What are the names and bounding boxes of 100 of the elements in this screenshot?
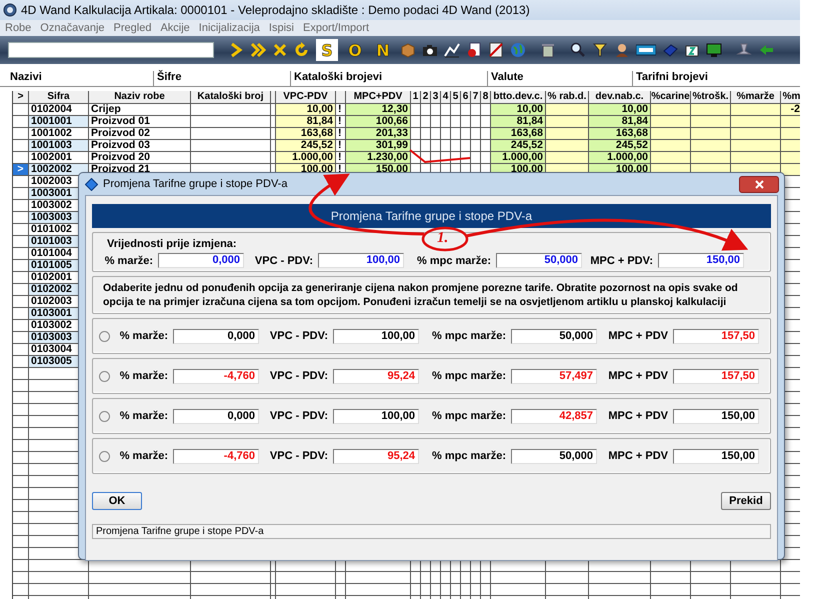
column-header[interactable]: %carine	[651, 91, 691, 104]
column-header[interactable]: btto.dev.c.	[491, 91, 546, 104]
menu-item[interactable]: Export/Import	[302, 22, 370, 34]
tab[interactable]: Šifre	[153, 71, 290, 86]
column-header[interactable]: dev.nab.c.	[589, 91, 651, 104]
column-header[interactable]: Naziv robe	[89, 91, 191, 104]
value-field[interactable]: 95,24	[333, 368, 419, 384]
row-selector[interactable]: >	[13, 164, 29, 176]
column-header[interactable]: 6	[461, 91, 471, 104]
column-header[interactable]: 5	[451, 91, 461, 104]
row-selector[interactable]	[13, 200, 29, 212]
chart-icon[interactable]	[444, 42, 460, 58]
value-field[interactable]: 0,000	[173, 328, 259, 344]
row-selector[interactable]	[13, 188, 29, 200]
row-selector[interactable]	[13, 212, 29, 224]
column-header[interactable]: 3	[431, 91, 441, 104]
search-icon[interactable]	[570, 42, 586, 58]
globe-icon[interactable]	[510, 42, 526, 58]
camera-icon[interactable]	[422, 42, 438, 58]
tab[interactable]: Kataloški brojevi	[290, 71, 487, 86]
ok-button[interactable]: OK	[92, 492, 142, 510]
column-header[interactable]: >	[13, 91, 29, 104]
value-field[interactable]: 157,50	[673, 328, 759, 344]
column-header[interactable]: 2	[421, 91, 431, 104]
row-selector[interactable]	[13, 116, 29, 128]
x-icon[interactable]	[272, 42, 288, 58]
row-selector[interactable]	[13, 104, 29, 116]
menu-item[interactable]: Akcije	[160, 22, 190, 34]
tab[interactable]: Tarifni brojevi	[632, 71, 799, 86]
column-header[interactable]: MPC+PDV	[346, 91, 411, 104]
value-field[interactable]: 95,24	[333, 448, 419, 464]
row-selector[interactable]	[13, 320, 29, 332]
chevron-right-icon[interactable]	[228, 42, 244, 58]
value-field[interactable]: 100,00	[333, 328, 419, 344]
tab[interactable]: Valute	[487, 71, 632, 86]
menu-item[interactable]: Robe	[5, 22, 32, 34]
row-selector[interactable]	[13, 356, 29, 368]
column-header[interactable]: 4	[441, 91, 451, 104]
search-field[interactable]	[8, 42, 214, 58]
row-selector[interactable]	[13, 344, 29, 356]
column-header[interactable]: 7	[471, 91, 481, 104]
menu-item[interactable]: Inicijalizacija	[198, 22, 260, 34]
row-selector[interactable]	[13, 152, 29, 164]
double-chevron-icon[interactable]	[250, 42, 266, 58]
filter-icon[interactable]	[592, 42, 608, 58]
value-field[interactable]: 100,00	[333, 408, 419, 424]
trash-icon[interactable]	[540, 42, 556, 58]
column-header[interactable]: %m	[781, 91, 800, 104]
row-selector[interactable]	[13, 272, 29, 284]
column-header[interactable]: % rab.d.	[546, 91, 589, 104]
keyboard-icon[interactable]	[636, 42, 656, 58]
tab[interactable]: Nazivi	[0, 71, 153, 86]
row-selector[interactable]	[13, 332, 29, 344]
radio-button[interactable]	[99, 330, 110, 342]
column-header[interactable]: VPC-PDV	[276, 91, 336, 104]
arrow-left-icon[interactable]	[758, 42, 774, 58]
value-field[interactable]: 100,00	[318, 253, 404, 268]
row-selector[interactable]	[13, 128, 29, 140]
column-header[interactable]: 8	[481, 91, 491, 104]
row-selector[interactable]	[13, 224, 29, 236]
radio-button[interactable]	[99, 370, 110, 382]
value-field[interactable]: 42,857	[511, 408, 597, 424]
row-selector[interactable]	[13, 260, 29, 272]
value-field[interactable]: 50,000	[511, 448, 597, 464]
value-field[interactable]: 50,000	[511, 328, 597, 344]
row-selector[interactable]	[13, 236, 29, 248]
close-button[interactable]	[739, 176, 779, 192]
value-field[interactable]: 157,50	[673, 368, 759, 384]
column-header[interactable]: Kataloški broj	[191, 91, 271, 104]
cancel-button[interactable]: Prekid	[721, 492, 771, 510]
row-selector[interactable]	[13, 308, 29, 320]
column-header[interactable]: Sifra	[29, 91, 89, 104]
column-header[interactable]: %marže	[731, 91, 781, 104]
row-selector[interactable]	[13, 248, 29, 260]
value-field[interactable]: 150,00	[673, 448, 759, 464]
row-selector[interactable]	[13, 140, 29, 152]
value-field[interactable]: -4,760	[173, 448, 259, 464]
value-field[interactable]: 0,000	[173, 408, 259, 424]
row-selector[interactable]	[13, 176, 29, 188]
menu-item[interactable]: Ispisi	[268, 22, 294, 34]
letter-button[interactable]: N	[372, 39, 394, 61]
letter-button[interactable]: O	[344, 39, 366, 61]
menu-item[interactable]: Označavanje	[40, 22, 105, 34]
refresh-icon[interactable]	[294, 42, 310, 58]
column-header[interactable]: 1	[411, 91, 421, 104]
value-field[interactable]: 0,000	[158, 253, 244, 268]
row-selector[interactable]	[13, 284, 29, 296]
radio-button[interactable]	[99, 410, 110, 422]
value-field[interactable]: -4,760	[173, 368, 259, 384]
radio-button[interactable]	[99, 450, 110, 462]
screen-icon[interactable]	[706, 42, 722, 58]
value-field[interactable]: 150,00	[673, 408, 759, 424]
box-icon[interactable]	[400, 42, 416, 58]
person-icon[interactable]	[614, 42, 630, 58]
value-field[interactable]: 57,497	[511, 368, 597, 384]
row-selector[interactable]	[13, 296, 29, 308]
value-field[interactable]: 50,000	[496, 253, 582, 268]
column-header[interactable]: %trošk.	[691, 91, 731, 104]
menu-item[interactable]: Pregled	[114, 22, 152, 34]
value-field[interactable]: 150,00	[658, 253, 744, 268]
